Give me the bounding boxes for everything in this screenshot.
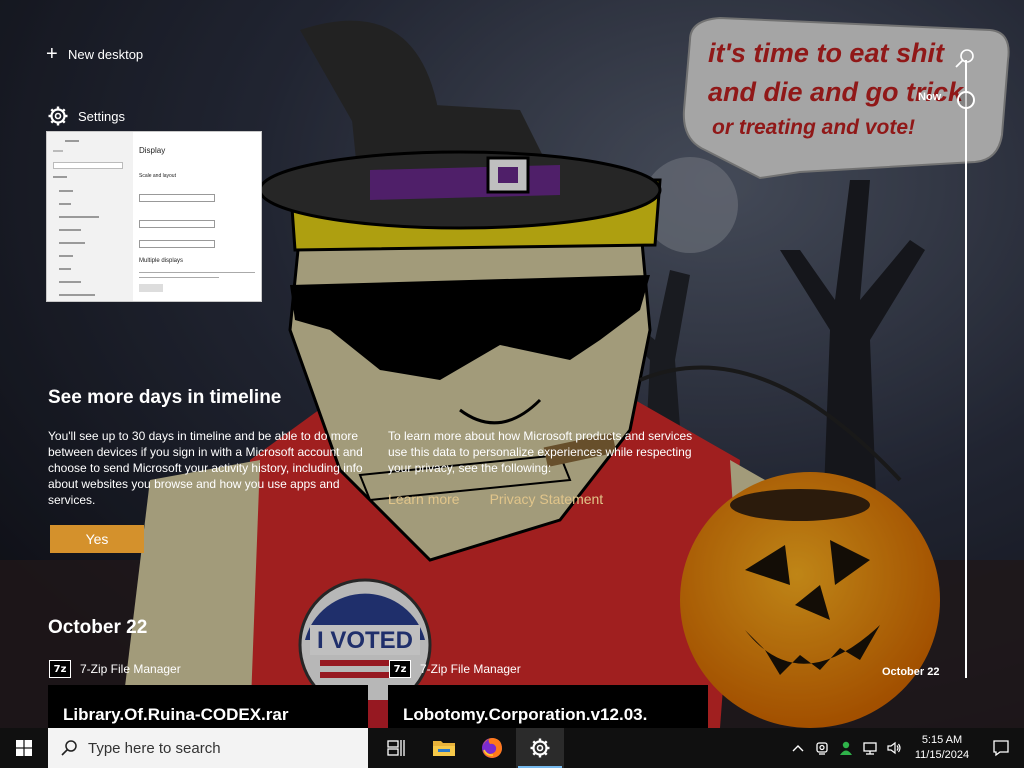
thumbnail-line — [65, 140, 79, 142]
new-desktop-label: New desktop — [68, 46, 144, 62]
windows-logo-icon — [16, 740, 32, 756]
yes-button[interactable]: Yes — [50, 525, 144, 553]
thumbnail-button — [139, 284, 163, 292]
thumbnail-sidebar — [47, 132, 133, 301]
firefox-icon — [482, 738, 502, 758]
tray-webcam-button[interactable] — [810, 728, 834, 768]
gear-icon — [48, 106, 68, 126]
thumbnail-line — [53, 150, 63, 152]
promo-title: See more days in timeline — [48, 387, 282, 408]
thumbnail-section2: Multiple displays — [139, 258, 184, 264]
thumbnail-heading: Display — [139, 146, 166, 155]
clock-date: 11/15/2024 — [914, 749, 970, 761]
activity-card-title: Library.Of.Ruina-CODEX.rar — [63, 705, 289, 724]
search-input[interactable] — [88, 739, 348, 757]
thumbnail-subheading: Scale and layout — [139, 173, 176, 179]
thumbnail-line — [59, 216, 99, 218]
thumbnail-dropdown — [139, 220, 215, 228]
start-button[interactable] — [0, 728, 48, 768]
volume-icon — [887, 741, 901, 755]
activity-app-name: 7-Zip File Manager — [80, 662, 181, 676]
taskbar: 5:15 AM 11/15/2024 — [0, 728, 1024, 768]
show-hidden-icons-button[interactable] — [786, 728, 810, 768]
7zip-icon: 7z — [49, 660, 71, 678]
chevron-up-icon — [792, 745, 804, 752]
privacy-statement-link[interactable]: Privacy Statement — [490, 491, 604, 507]
network-icon — [863, 742, 877, 755]
thumbnail-dropdown — [139, 194, 215, 202]
7zip-icon: 7z — [389, 660, 411, 678]
timeline-dim-overlay — [0, 0, 1024, 728]
activity-app-label: 7z 7-Zip File Manager — [49, 660, 181, 678]
action-center-button[interactable] — [978, 728, 1024, 768]
thumbnail-line — [59, 255, 73, 257]
task-view-button[interactable] — [372, 728, 420, 768]
thumbnail-line — [59, 268, 71, 270]
thumbnail-line — [59, 229, 81, 231]
search-icon — [61, 740, 77, 756]
activity-card-title: Lobotomy.Corporation.v12.03. — [403, 705, 648, 724]
settings-taskbar-button[interactable] — [516, 728, 564, 768]
thumbnail-line — [59, 242, 85, 244]
settings-icon — [530, 738, 550, 758]
thumbnail-line — [59, 203, 71, 205]
activity-card[interactable]: Library.Of.Ruina-CODEX.rar — [48, 685, 368, 728]
timeline-now-label: Now — [918, 91, 942, 103]
notification-icon — [993, 740, 1009, 757]
clock-time: 5:15 AM — [921, 734, 963, 746]
tray-people-button[interactable] — [834, 728, 858, 768]
thumbnail-dropdown — [139, 240, 215, 248]
file-explorer-icon — [433, 741, 455, 756]
people-icon — [840, 741, 852, 755]
thumbnail-line — [59, 190, 73, 192]
system-tray: 5:15 AM 11/15/2024 — [786, 728, 1024, 768]
thumbnail-line — [139, 272, 255, 273]
activity-app-name: 7-Zip File Manager — [420, 662, 521, 676]
webcam-icon — [816, 742, 828, 755]
network-button[interactable] — [858, 728, 882, 768]
thumbnail-line — [59, 294, 95, 296]
thumbnail-search-box — [53, 162, 123, 169]
timeline-scroll-handle[interactable] — [957, 91, 975, 109]
settings-window-thumbnail[interactable]: Display Scale and layout Multiple displa… — [46, 131, 262, 302]
thumbnail-line — [53, 176, 67, 178]
promo-privacy-text: To learn more about how Microsoft produc… — [388, 429, 693, 475]
volume-button[interactable] — [882, 728, 906, 768]
learn-more-link[interactable]: Learn more — [388, 491, 460, 507]
timeline-scrollbar-track[interactable] — [965, 60, 967, 678]
date-heading: October 22 — [48, 617, 148, 638]
thumbnail-line — [139, 277, 219, 278]
settings-group-label: Settings — [78, 108, 125, 124]
taskbar-clock[interactable]: 5:15 AM 11/15/2024 — [906, 733, 978, 763]
new-desktop-button[interactable]: + New desktop — [46, 44, 143, 64]
activity-app-label: 7z 7-Zip File Manager — [389, 660, 521, 678]
taskbar-search-box[interactable] — [48, 728, 368, 768]
firefox-button[interactable] — [468, 728, 516, 768]
task-view-icon — [387, 740, 405, 756]
plus-icon: + — [46, 43, 58, 65]
file-explorer-button[interactable] — [420, 728, 468, 768]
thumbnail-line — [59, 281, 81, 283]
promo-links: Learn more Privacy Statement — [388, 491, 603, 507]
promo-description: You'll see up to 30 days in timeline and… — [48, 429, 363, 507]
timeline-date-marker[interactable]: October 22 — [882, 666, 939, 678]
settings-window-group-header: Settings — [48, 106, 125, 126]
activity-card[interactable]: Lobotomy.Corporation.v12.03. — [388, 685, 708, 728]
